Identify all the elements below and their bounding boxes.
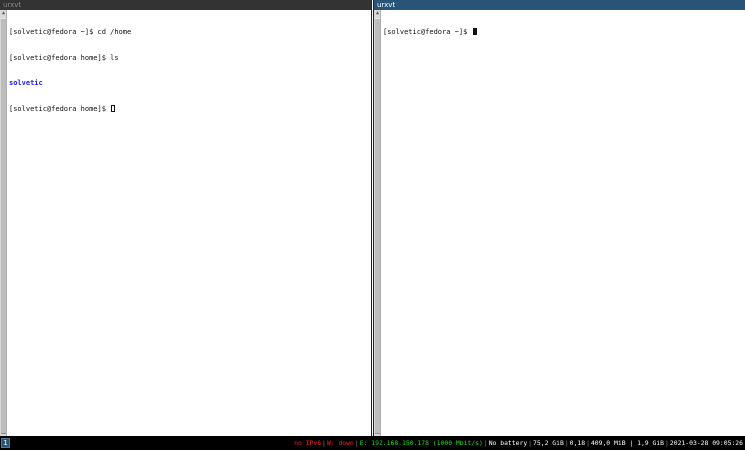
workspace-button[interactable]: 1 [1,438,10,448]
load-status: 0,18 [569,439,586,447]
scrollbar-right[interactable]: ▲ [374,10,381,436]
clock: 2021-03-28 09:05:26 [669,439,743,447]
scroll-thumb-right[interactable] [375,18,380,434]
battery-status: No battery [488,439,528,447]
terminal-output-left[interactable]: [solvetic@fedora ~]$ cd /home [solvetic@… [9,11,369,436]
window-title-right[interactable]: urxvt [374,0,745,10]
status-bar: 1 no IPv6|W: down|E: 192.168.150.178 (10… [0,436,745,450]
text-cursor-icon [111,104,116,112]
terminal-output-right[interactable]: [solvetic@fedora ~]$ [383,11,743,436]
memory-status: 409,0 MiB | 1,9 GiB [590,439,665,447]
terminal-pane-right[interactable]: urxvt ▲ [solvetic@fedora ~]$ [373,0,745,436]
scroll-up-arrow-icon[interactable]: ▲ [0,10,7,17]
disk-status: 75,2 GiB [533,439,564,447]
directory-entry: solvetic [9,79,43,87]
window-title-left[interactable]: urxvt [0,0,371,10]
wifi-status: W: down [326,439,354,447]
prompt-text: [solvetic@fedora ~]$ [383,28,472,36]
scroll-up-arrow-icon[interactable]: ▲ [374,10,381,17]
prompt-text: [solvetic@fedora home]$ [9,104,111,113]
text-cursor-icon [472,28,477,35]
terminal-line: [solvetic@fedora ~]$ cd /home [9,28,132,36]
terminal-line: [solvetic@fedora home]$ ls [9,53,119,62]
status-blocks: no IPv6|W: down|E: 192.168.150.178 (1000… [294,436,743,450]
terminal-prompt-line: [solvetic@fedora ~]$ [383,28,743,37]
ipv6-status: no IPv6 [294,439,322,447]
ethernet-status: E: 192.168.150.178 (1000 Mbit/s) [359,439,483,447]
terminal-prompt-line: [solvetic@fedora home]$ [9,104,369,114]
terminal-pane-left[interactable]: urxvt ▲ [solvetic@fedora ~]$ cd /home [s… [0,0,372,436]
scrollbar-left[interactable]: ▲ [0,10,7,436]
scroll-thumb-left[interactable] [1,18,6,434]
